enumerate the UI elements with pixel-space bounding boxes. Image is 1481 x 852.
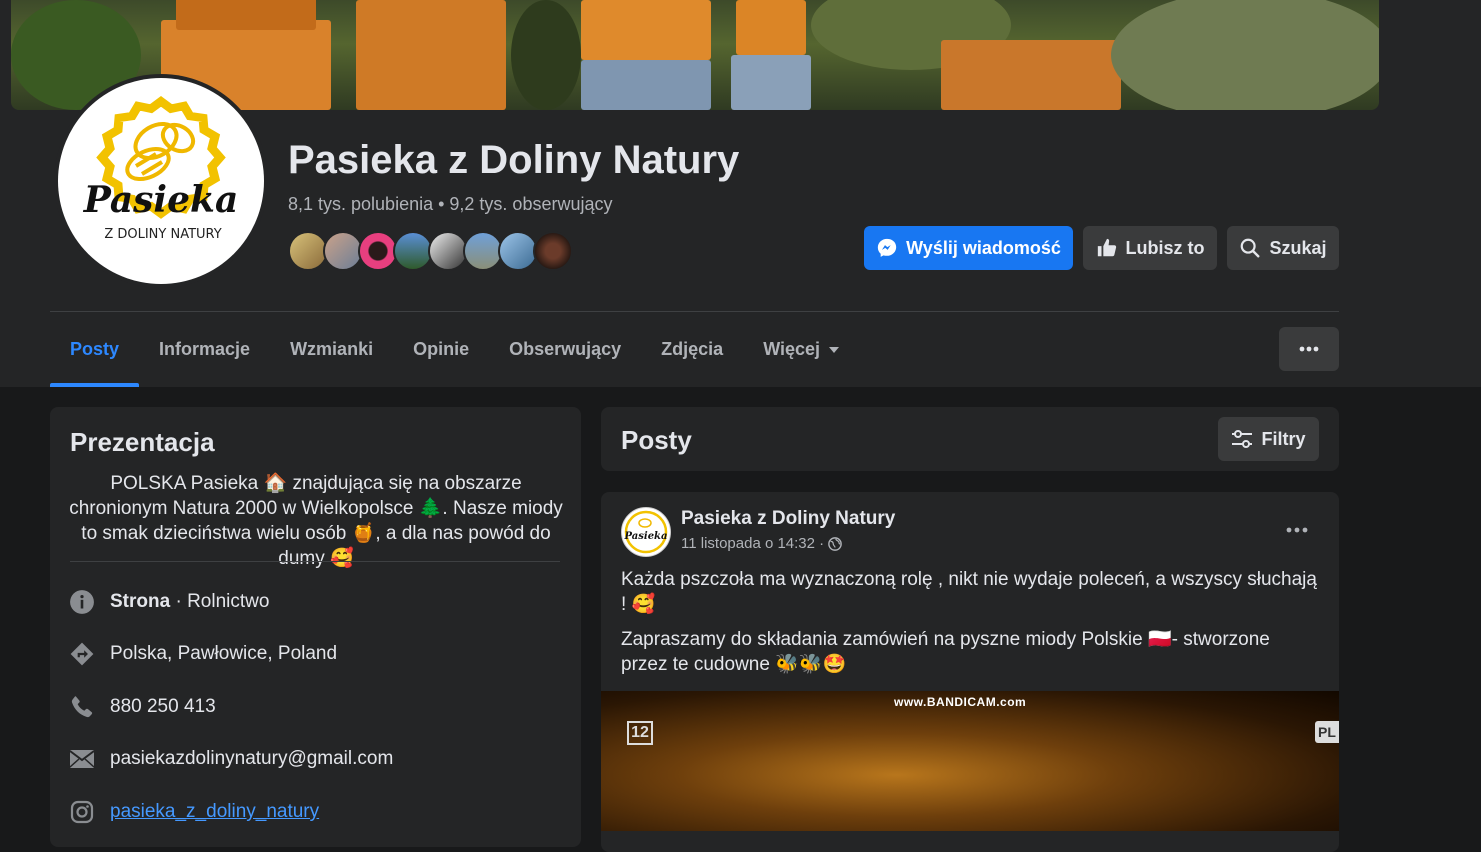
tab-followers[interactable]: Obserwujący xyxy=(489,312,641,387)
thumbs-up-icon xyxy=(1097,238,1116,257)
heart-eyes-emoji-icon: 🥰 xyxy=(631,594,656,615)
page-tabs: Posty Informacje Wzmianki Opinie Obserwu… xyxy=(50,312,860,387)
profile-picture[interactable]: Pasieka Z DOLINY NATURY xyxy=(54,74,268,288)
instagram-icon xyxy=(70,800,94,824)
phone-icon xyxy=(71,696,93,718)
poland-flag-emoji-icon: 🇵🇱 xyxy=(1147,629,1172,650)
post-author-avatar[interactable]: Pasieka xyxy=(621,507,671,557)
info-category: Strona · Rolnictwo xyxy=(68,588,269,616)
tab-photos[interactable]: Zdjęcia xyxy=(641,312,743,387)
info-icon xyxy=(70,590,94,614)
post-meta: 11 listopada o 14:32 · xyxy=(681,535,842,552)
bee-emoji-icon: 🐝🐝 xyxy=(775,654,823,675)
instagram-link[interactable]: pasieka_z_doliny_natury xyxy=(110,801,319,823)
email-text[interactable]: pasiekazdolinynatury@gmail.com xyxy=(110,748,393,770)
location-text: Polska, Pawłowice, Poland xyxy=(110,643,338,664)
media-watermark: www.BANDICAM.com xyxy=(894,695,1027,709)
post-text-paragraph-1: Każda pszczoła ma wyznaczoną rolę , nikt… xyxy=(621,569,1317,615)
posts-title: Posty xyxy=(621,425,692,455)
tab-mentions[interactable]: Wzmianki xyxy=(270,312,393,387)
info-phone: 880 250 413 xyxy=(68,693,216,721)
avatar[interactable] xyxy=(428,231,468,271)
posts-header-card: Posty Filtry xyxy=(601,407,1339,471)
tab-about[interactable]: Informacje xyxy=(139,312,270,387)
phone-text[interactable]: 880 250 413 xyxy=(110,696,216,718)
avatar[interactable] xyxy=(393,231,433,271)
intro-bio: POLSKA Pasieka 🏠 znajdująca się na obsza… xyxy=(69,473,563,569)
house-emoji-icon: 🏠 xyxy=(263,473,288,494)
heart-face-emoji-icon: 🥰 xyxy=(330,548,354,569)
category-type: Strona xyxy=(110,591,171,612)
filters-button[interactable]: Filtry xyxy=(1218,417,1319,461)
messenger-icon xyxy=(877,238,897,257)
info-email: pasiekazdolinynatury@gmail.com xyxy=(68,745,393,773)
avatar[interactable] xyxy=(288,231,328,271)
avatar[interactable] xyxy=(463,231,503,271)
ellipsis-icon xyxy=(1299,346,1319,352)
info-instagram: pasieka_z_doliny_natury xyxy=(68,798,319,826)
age-rating-badge: 12 xyxy=(627,721,653,745)
intro-title: Prezentacja xyxy=(70,427,215,457)
svg-text:Pasieka: Pasieka xyxy=(83,179,239,221)
search-icon xyxy=(1241,238,1260,258)
envelope-icon xyxy=(69,750,95,768)
page-stats[interactable]: 8,1 tys. polubienia • 9,2 tys. obserwują… xyxy=(288,194,612,215)
post-card: Pasieka Pasieka z Doliny Natury 11 listo… xyxy=(601,492,1339,852)
tab-more[interactable]: Więcej xyxy=(743,312,860,387)
post-options-button[interactable] xyxy=(1275,512,1319,548)
avatar[interactable] xyxy=(498,231,538,271)
post-video[interactable]: www.BANDICAM.com 12 PL xyxy=(601,691,1339,831)
post-author-name[interactable]: Pasieka z Doliny Natury xyxy=(681,508,895,530)
like-label: Lubisz to xyxy=(1125,237,1205,258)
bee-logo-icon: Pasieka Z DOLINY NATURY xyxy=(83,96,239,242)
send-message-button[interactable]: Wyślij wiadomość xyxy=(864,226,1073,270)
intro-card: Prezentacja POLSKA Pasieka 🏠 znajdująca … xyxy=(50,407,581,847)
avatar[interactable] xyxy=(533,231,573,271)
globe-icon xyxy=(828,536,842,551)
sliders-icon xyxy=(1232,430,1253,448)
filters-label: Filtry xyxy=(1261,428,1306,449)
tab-posts[interactable]: Posty xyxy=(50,312,140,387)
star-eyes-emoji-icon: 🤩 xyxy=(822,654,847,675)
bee-logo-icon: Pasieka xyxy=(624,510,668,554)
honey-pot-emoji-icon: 🍯 xyxy=(351,523,376,544)
follower-avatars[interactable] xyxy=(288,231,573,271)
tree-emoji-icon: 🌲 xyxy=(418,498,443,519)
tab-reviews[interactable]: Opinie xyxy=(393,312,489,387)
search-button[interactable]: Szukaj xyxy=(1227,226,1339,270)
category-name[interactable]: · Rolnictwo xyxy=(170,591,269,612)
page-title: Pasieka z Doliny Natury xyxy=(288,138,740,182)
caret-down-icon xyxy=(829,346,840,353)
channel-badge: PL xyxy=(1315,721,1339,743)
avatar[interactable] xyxy=(323,231,363,271)
svg-text:Pasieka: Pasieka xyxy=(624,531,668,542)
svg-text:Z DOLINY NATURY: Z DOLINY NATURY xyxy=(104,227,221,242)
info-location: Polska, Pawłowice, Poland xyxy=(68,640,337,668)
page-header: Pasieka Z DOLINY NATURY Pasieka z Doliny… xyxy=(0,0,1481,387)
like-page-button[interactable]: Lubisz to xyxy=(1083,226,1217,270)
search-label: Szukaj xyxy=(1269,237,1327,258)
directions-icon xyxy=(70,642,94,666)
ellipsis-icon xyxy=(1286,527,1308,533)
send-message-label: Wyślij wiadomość xyxy=(906,237,1061,258)
avatar[interactable] xyxy=(358,231,398,271)
intro-divider xyxy=(70,561,560,562)
post-timestamp[interactable]: 11 listopada o 14:32 · xyxy=(681,535,824,552)
more-options-button[interactable] xyxy=(1279,327,1339,371)
post-text-paragraph-2: Zapraszamy do składania zamówień na pysz… xyxy=(621,629,1270,675)
